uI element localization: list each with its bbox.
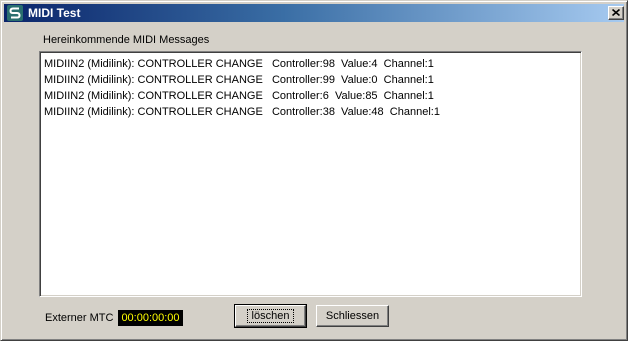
window-title: MIDI Test: [28, 6, 81, 20]
app-logo-icon: [7, 5, 23, 21]
close-dialog-button-label: Schliessen: [325, 310, 380, 322]
mtc-label: Externer MTC: [45, 312, 114, 324]
list-item[interactable]: MIDIIN2 (Midilink): CONTROLLER CHANGE Co…: [44, 104, 581, 120]
close-dialog-button[interactable]: Schliessen: [316, 305, 389, 327]
close-icon: [611, 7, 621, 19]
midi-test-window: MIDI Test Hereinkommende MIDI Messages M…: [0, 0, 628, 341]
list-item[interactable]: MIDIIN2 (Midilink): CONTROLLER CHANGE Co…: [44, 56, 581, 72]
close-button[interactable]: [608, 6, 624, 20]
clear-button[interactable]: löschen: [234, 304, 307, 328]
title-bar[interactable]: MIDI Test: [4, 4, 624, 22]
list-item[interactable]: MIDIIN2 (Midilink): CONTROLLER CHANGE Co…: [44, 72, 581, 88]
list-item[interactable]: MIDIIN2 (Midilink): CONTROLLER CHANGE Co…: [44, 88, 581, 104]
midi-messages-list[interactable]: MIDIIN2 (Midilink): CONTROLLER CHANGE Co…: [39, 51, 582, 297]
mtc-display: 00:00:00:00: [118, 310, 183, 326]
messages-label: Hereinkommende MIDI Messages: [43, 34, 210, 46]
clear-button-label: löschen: [246, 309, 295, 323]
